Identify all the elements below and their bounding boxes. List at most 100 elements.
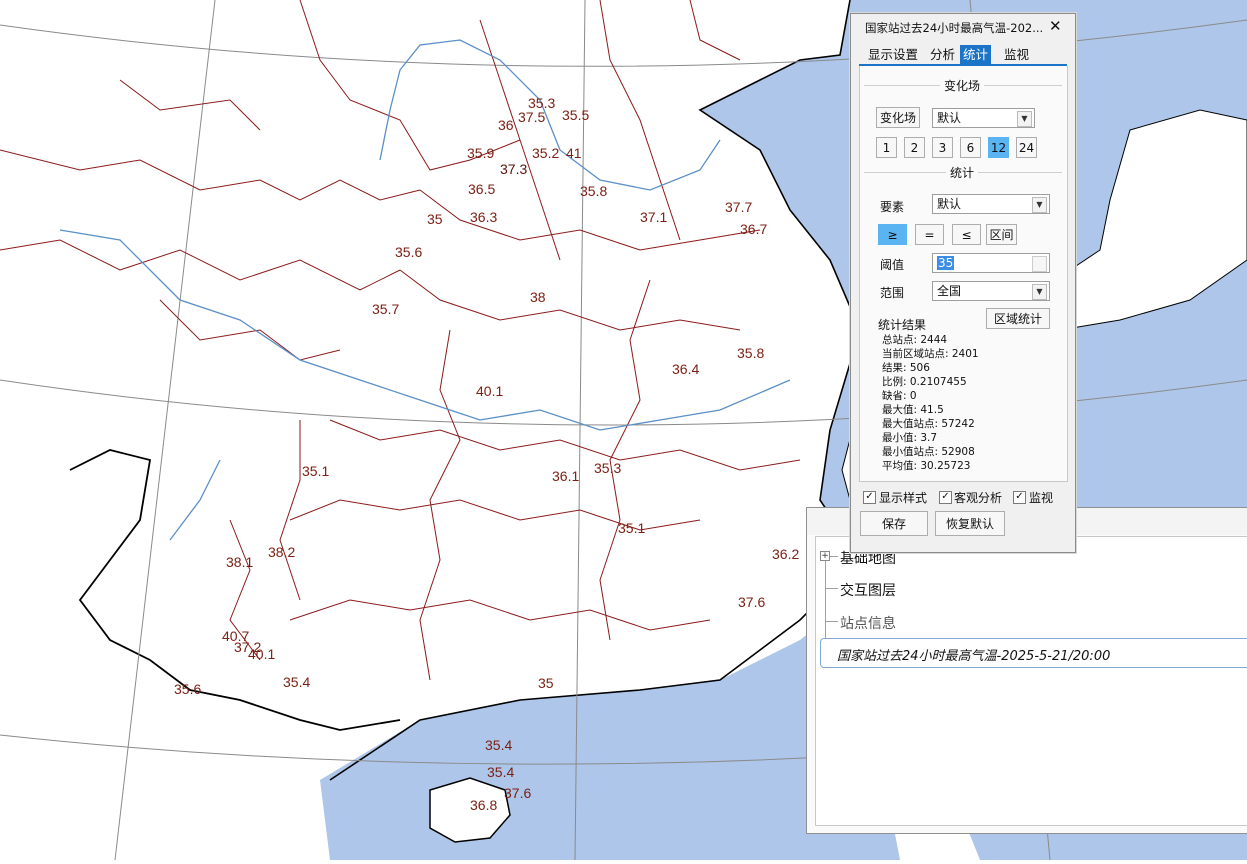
objective-analysis-label: 客观分析 bbox=[954, 491, 1003, 505]
station-label: 37.3 bbox=[500, 161, 528, 177]
country-border bbox=[69, 449, 401, 731]
station-label: 35.8 bbox=[737, 345, 765, 361]
station-label: 35 bbox=[427, 211, 443, 227]
stat-average: 平均值: 30.25723 bbox=[882, 460, 971, 472]
operator-eq-button[interactable]: = bbox=[915, 224, 944, 245]
stat-total: 总站点: 2444 bbox=[882, 334, 948, 346]
station-label: 35.1 bbox=[618, 520, 646, 536]
station-label: 35.6 bbox=[395, 244, 423, 260]
station-label: 40.1 bbox=[476, 383, 504, 399]
statistics-panel: 变化场 变化场 默认 ▼ 1 2 3 6 12 24 统计 要素 默认 ▼ ≥ … bbox=[859, 66, 1068, 482]
restore-default-button[interactable]: 恢复默认 bbox=[935, 511, 1005, 536]
monitor-checkbox[interactable]: ✓ bbox=[1013, 491, 1026, 504]
station-label: 35 bbox=[538, 675, 554, 691]
station-label: 36.1 bbox=[552, 468, 580, 484]
station-label: 38.2 bbox=[268, 544, 296, 560]
chevron-down-icon: ▼ bbox=[1032, 197, 1047, 213]
station-label: 36.4 bbox=[672, 361, 700, 377]
station-label: 36 bbox=[498, 117, 514, 133]
station-label: 35.9 bbox=[467, 145, 495, 161]
element-select[interactable]: 默认 ▼ bbox=[932, 194, 1050, 214]
threshold-label: 阈值 bbox=[880, 258, 905, 272]
tab-display-settings[interactable]: 显示设置 bbox=[865, 45, 921, 64]
station-label: 36.8 bbox=[470, 797, 498, 813]
operator-range-button[interactable]: 区间 bbox=[986, 224, 1017, 245]
layer-tree[interactable]: + 基础地图 交互图层 站点信息 国家站过去24小时最高气温-2025-5-21… bbox=[815, 536, 1247, 826]
stat-region-stations: 当前区域站点: 2401 bbox=[882, 348, 979, 360]
station-label: 35.5 bbox=[562, 107, 590, 123]
hour-button-6[interactable]: 6 bbox=[960, 137, 981, 158]
station-label: 36.5 bbox=[468, 181, 496, 197]
spinner-icon[interactable] bbox=[1032, 256, 1047, 272]
layer-item-station-info[interactable]: 站点信息 bbox=[840, 613, 896, 633]
station-label: 35.4 bbox=[485, 737, 513, 753]
hour-button-3[interactable]: 3 bbox=[932, 137, 953, 158]
hour-button-12[interactable]: 12 bbox=[988, 137, 1009, 158]
tab-analysis[interactable]: 分析 bbox=[927, 45, 958, 64]
range-select-value: 全国 bbox=[937, 284, 962, 298]
stat-ratio: 比例: 0.2107455 bbox=[882, 376, 967, 388]
station-label: 37.6 bbox=[504, 785, 532, 801]
stat-missing: 缺省: 0 bbox=[882, 390, 917, 402]
element-select-value: 默认 bbox=[937, 197, 962, 211]
hour-button-24[interactable]: 24 bbox=[1016, 137, 1037, 158]
result-label: 统计结果 bbox=[878, 318, 927, 332]
stat-max: 最大值: 41.5 bbox=[882, 404, 944, 416]
operator-lte-button[interactable]: ≤ bbox=[952, 224, 981, 245]
range-select[interactable]: 全国 ▼ bbox=[932, 281, 1050, 301]
change-field-group: 变化场 bbox=[864, 77, 1062, 94]
close-icon[interactable]: ✕ bbox=[1049, 17, 1062, 35]
layer-item-active-label: 国家站过去24小时最高气温-2025-5-21/20:00 bbox=[837, 649, 1111, 664]
stat-min: 最小值: 3.7 bbox=[882, 432, 938, 444]
monitor-label: 监视 bbox=[1029, 491, 1054, 505]
station-label: 36.3 bbox=[470, 209, 498, 225]
statistics-group-label: 统计 bbox=[946, 164, 979, 181]
station-label: 37.6 bbox=[738, 594, 766, 610]
layer-item-interactive[interactable]: 交互图层 bbox=[840, 580, 896, 600]
threshold-input[interactable]: 35 bbox=[932, 253, 1050, 273]
station-label: 35.1 bbox=[302, 463, 330, 479]
operator-gte-button[interactable]: ≥ bbox=[878, 224, 907, 245]
change-field-button[interactable]: 变化场 bbox=[876, 107, 920, 128]
station-label: 37.7 bbox=[725, 199, 753, 215]
station-label: 38 bbox=[530, 289, 546, 305]
statistics-group: 统计 bbox=[864, 164, 1062, 181]
stat-result: 结果: 506 bbox=[882, 362, 930, 374]
change-field-group-label: 变化场 bbox=[940, 77, 985, 94]
station-label: 35.4 bbox=[283, 674, 311, 690]
hour-button-2[interactable]: 2 bbox=[904, 137, 925, 158]
tab-monitor[interactable]: 监视 bbox=[1001, 45, 1032, 64]
chevron-down-icon: ▼ bbox=[1017, 111, 1032, 127]
expand-icon[interactable]: + bbox=[820, 551, 830, 561]
dialog-title: 国家站过去24小时最高气温-202... bbox=[865, 21, 1044, 35]
station-label: 36.2 bbox=[772, 546, 800, 562]
rivers bbox=[59, 39, 791, 541]
province-boundaries bbox=[0, 0, 801, 681]
region-stats-button[interactable]: 区域统计 bbox=[986, 308, 1050, 329]
show-style-checkbox[interactable]: ✓ bbox=[863, 491, 876, 504]
change-field-select-value: 默认 bbox=[937, 111, 962, 125]
station-label: 35.6 bbox=[174, 681, 202, 697]
range-label: 范围 bbox=[880, 286, 905, 300]
hour-button-1[interactable]: 1 bbox=[876, 137, 897, 158]
station-label: 37.1 bbox=[640, 209, 668, 225]
layer-item-active[interactable]: 国家站过去24小时最高气温-2025-5-21/20:00 bbox=[820, 638, 1247, 668]
change-field-select[interactable]: 默认 ▼ bbox=[932, 108, 1035, 128]
objective-analysis-checkbox[interactable]: ✓ bbox=[939, 491, 952, 504]
layer-manager-panel: 图层管理 + 基础地图 交互图层 站点信息 国家站过去24小时最高气温-2025… bbox=[806, 507, 1247, 834]
station-label: 37.5 bbox=[518, 109, 546, 125]
station-label: 36.7 bbox=[740, 221, 768, 237]
station-label: 35.3 bbox=[594, 460, 622, 476]
chevron-down-icon: ▼ bbox=[1032, 284, 1047, 300]
stats-dialog: 国家站过去24小时最高气温-202... ✕ 显示设置 分析 统计 监视 变化场… bbox=[850, 13, 1076, 553]
station-label: 40.1 bbox=[248, 646, 276, 662]
station-label: 35.7 bbox=[372, 301, 400, 317]
save-button[interactable]: 保存 bbox=[860, 511, 928, 536]
tab-statistics[interactable]: 统计 bbox=[960, 45, 992, 64]
threshold-value: 35 bbox=[937, 256, 955, 270]
station-label: 35.4 bbox=[487, 764, 515, 780]
stat-max-station: 最大值站点: 57242 bbox=[882, 418, 975, 430]
element-label: 要素 bbox=[880, 200, 905, 214]
station-label: 35.8 bbox=[580, 183, 608, 199]
station-label: 38.1 bbox=[226, 554, 254, 570]
